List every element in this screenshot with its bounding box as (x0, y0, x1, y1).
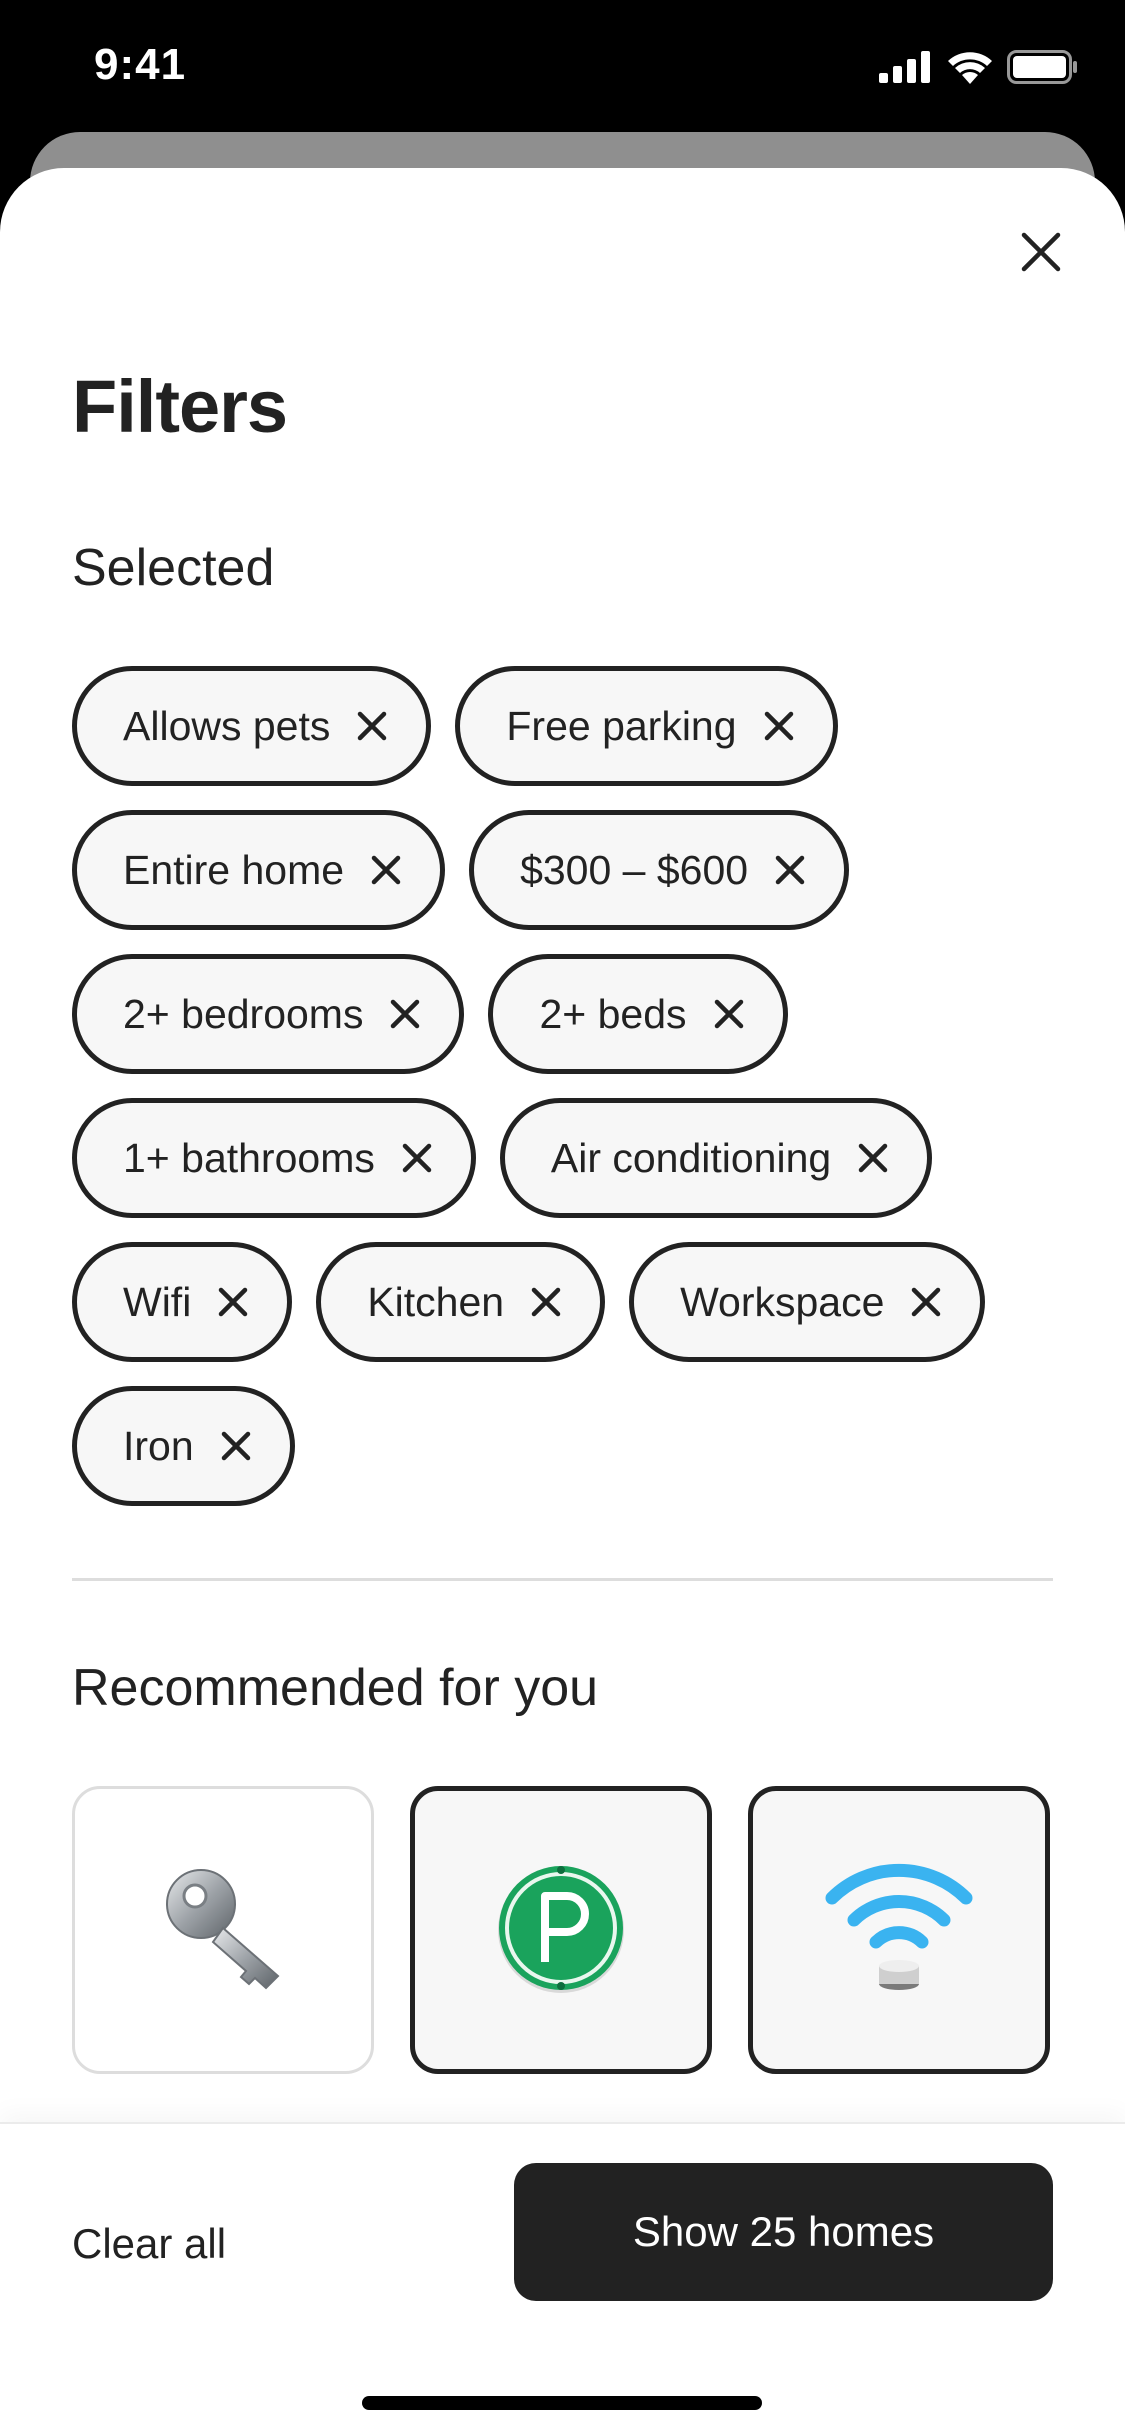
show-homes-button[interactable]: Show 25 homes (514, 2163, 1053, 2301)
recommended-heading: Recommended for you (72, 1659, 599, 1717)
recommended-cards (72, 1786, 1050, 2074)
wifi-icon (824, 1858, 974, 2003)
remove-icon[interactable] (713, 998, 745, 1030)
remove-icon[interactable] (530, 1286, 562, 1318)
wifi-icon (947, 50, 993, 89)
remove-icon[interactable] (910, 1286, 942, 1318)
filter-chip-label: 1+ bathrooms (123, 1134, 375, 1181)
remove-icon[interactable] (217, 1286, 249, 1318)
battery-icon (1007, 50, 1079, 89)
cellular-signal-icon (879, 51, 933, 88)
selected-heading: Selected (72, 539, 275, 597)
bottom-action-bar: Clear all Show 25 homes (0, 2122, 1125, 2436)
remove-icon[interactable] (220, 1430, 252, 1462)
filter-chip-label: Allows pets (123, 702, 331, 749)
key-icon (153, 1858, 293, 2003)
filter-chip[interactable]: Workspace (629, 1242, 986, 1362)
filter-chip-label: Free parking (506, 702, 737, 749)
filter-chip[interactable]: Allows pets (72, 666, 432, 786)
filter-chip[interactable]: Kitchen (316, 1242, 606, 1362)
remove-icon[interactable] (389, 998, 421, 1030)
remove-icon[interactable] (370, 854, 402, 886)
filter-chip-label: Iron (123, 1422, 194, 1469)
filter-chip-label: Workspace (680, 1278, 885, 1325)
filter-chip-label: $300 – $600 (520, 846, 749, 893)
close-icon (1021, 232, 1061, 277)
filter-chip[interactable]: 2+ beds (488, 954, 788, 1074)
filter-chip[interactable]: Entire home (72, 810, 446, 930)
status-bar: 9:41 (0, 0, 1125, 130)
filter-chip[interactable]: 1+ bathrooms (72, 1098, 476, 1218)
close-button[interactable] (1007, 220, 1075, 288)
filter-chip-label: Wifi (123, 1278, 192, 1325)
remove-icon[interactable] (356, 710, 388, 742)
remove-icon[interactable] (857, 1142, 889, 1174)
page-title: Filters (72, 365, 288, 448)
filter-chip-label: Air conditioning (550, 1134, 832, 1181)
selected-chips: Allows pets Free parking Entire home $300 –… (72, 666, 1072, 1506)
filter-chip[interactable]: Free parking (455, 666, 838, 786)
filter-chip-label: 2+ beds (539, 990, 687, 1037)
filter-chip[interactable]: Wifi (72, 1242, 293, 1362)
status-icons (879, 50, 1079, 89)
clear-all-button[interactable]: Clear all (72, 2220, 226, 2268)
screen: 9:41 Filters Selected Allows pets Free p… (0, 0, 1125, 2436)
filter-chip[interactable]: 2+ bedrooms (72, 954, 465, 1074)
status-time: 9:41 (94, 40, 187, 89)
home-indicator (362, 2396, 762, 2410)
recommended-card-parking[interactable] (410, 1786, 712, 2074)
remove-icon[interactable] (763, 710, 795, 742)
parking-icon (491, 1858, 631, 2003)
filter-chip[interactable]: Iron (72, 1386, 295, 1506)
filters-sheet: Filters Selected Allows pets Free parking… (0, 168, 1125, 2436)
divider (72, 1578, 1053, 1581)
filter-chip-label: 2+ bedrooms (123, 990, 364, 1037)
filter-chip-label: Kitchen (367, 1278, 505, 1325)
recommended-card-key[interactable] (72, 1786, 374, 2074)
filter-chip[interactable]: Air conditioning (499, 1098, 933, 1218)
filter-chip-label: Entire home (123, 846, 345, 893)
remove-icon[interactable] (401, 1142, 433, 1174)
recommended-card-wifi[interactable] (748, 1786, 1050, 2074)
remove-icon[interactable] (774, 854, 806, 886)
filter-chip[interactable]: $300 – $600 (469, 810, 850, 930)
